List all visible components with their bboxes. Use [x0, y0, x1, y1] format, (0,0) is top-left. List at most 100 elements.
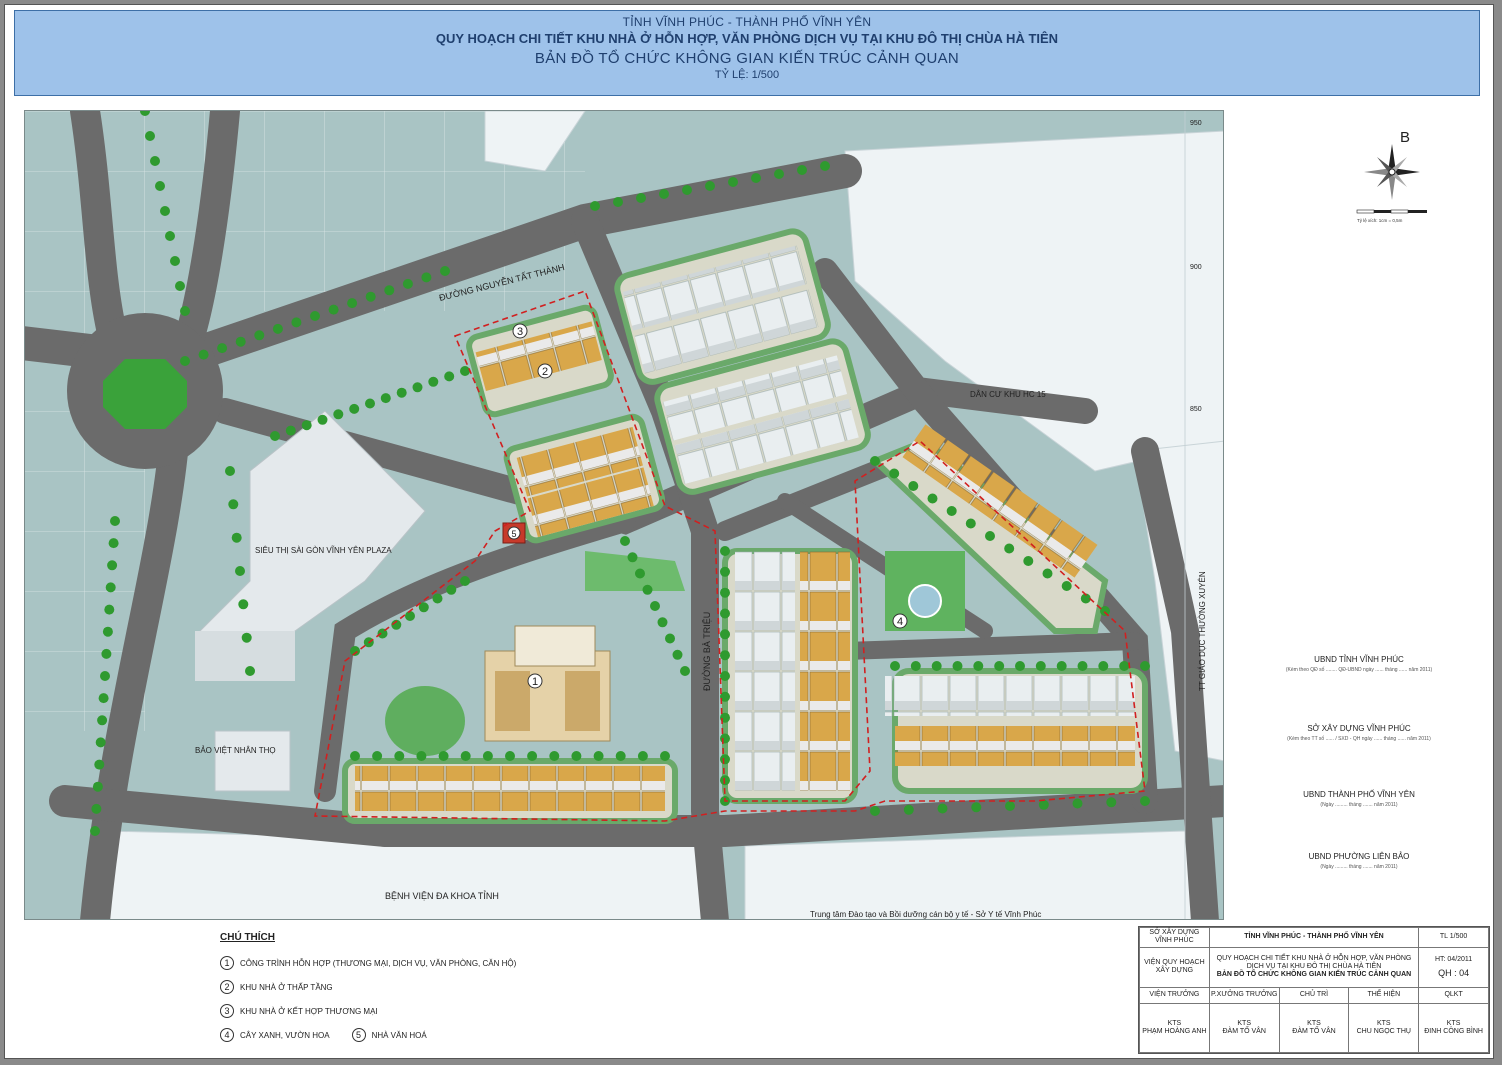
tree: [92, 781, 103, 792]
tb-role-4: THỂ HIỆN: [1348, 986, 1420, 1004]
tree: [100, 671, 110, 681]
tree: [890, 661, 900, 671]
tree: [482, 751, 493, 761]
tree: [908, 481, 919, 491]
tree: [350, 646, 360, 656]
tree: [365, 398, 375, 409]
legend-item-2: 2 KHU NHÀ Ở THẤP TẦNG: [220, 975, 640, 999]
tree: [1042, 568, 1053, 579]
tree: [660, 751, 670, 761]
tree: [1035, 661, 1046, 671]
tree: [416, 751, 427, 761]
tree: [446, 584, 457, 595]
tb-role-3: CHỦ TRÌ: [1278, 986, 1350, 1004]
tree: [505, 751, 515, 761]
site-plan-map[interactable]: 1 2 3 4 5 950 900 850 ĐƯỜNG NGUYỄN TẤT T…: [24, 110, 1224, 920]
tree: [272, 323, 283, 334]
tree: [254, 330, 265, 341]
tree: [971, 802, 982, 813]
label-supermarket: SIÊU THỊ SÀI GÒN VĨNH YÊN PLAZA: [255, 546, 392, 555]
tree: [680, 666, 690, 676]
fountain: [908, 584, 942, 618]
tree: [797, 165, 807, 175]
tb-role-1: VIỆN TRƯỞNG: [1139, 986, 1210, 1004]
tree: [965, 518, 976, 529]
tree: [110, 516, 120, 526]
tb-code: QH : 04: [1438, 967, 1470, 978]
tree: [380, 393, 391, 404]
tree: [150, 156, 160, 166]
tree: [1023, 556, 1034, 566]
tree: [428, 376, 439, 387]
svg-text:850: 850: [1190, 406, 1202, 413]
tree: [402, 278, 413, 289]
tree: [751, 173, 761, 183]
label-education-center: TT GIÁO DỤC THƯỜNG XUYÊN: [1198, 571, 1207, 691]
tree: [372, 751, 383, 761]
tree: [952, 661, 963, 671]
legend-title: CHÚ THÍCH: [220, 932, 275, 943]
tree: [549, 751, 560, 761]
tb-drawing: BẢN ĐỒ TỔ CHỨC KHÔNG GIAN KIẾN TRÚC CẢNH…: [1216, 971, 1412, 979]
tree: [105, 582, 116, 593]
tree: [180, 306, 190, 316]
svg-text:5: 5: [511, 529, 516, 539]
svg-text:3: 3: [517, 326, 523, 338]
tree: [613, 197, 623, 207]
tree: [627, 552, 638, 563]
tree: [937, 803, 948, 814]
tree: [774, 169, 784, 179]
tree: [1056, 661, 1067, 671]
tree: [444, 371, 455, 382]
tree: [440, 266, 450, 276]
tree: [636, 193, 646, 203]
svg-text:4: 4: [897, 616, 903, 628]
tree: [101, 648, 112, 659]
tb-role-2: P.XƯỞNG TRƯỞNG: [1208, 986, 1280, 1004]
tree: [720, 546, 730, 556]
title-banner: TỈNH VĨNH PHÚC - THÀNH PHỐ VĨNH YÊN QUY …: [14, 10, 1480, 96]
tree: [405, 611, 415, 621]
tree: [910, 661, 921, 671]
tree: [682, 185, 692, 195]
roundabout-island: [103, 359, 187, 429]
tree: [665, 633, 675, 644]
tree: [328, 304, 339, 315]
compass-scale-note: Tỷ lệ xích: 1cm = 0,5m: [1357, 217, 1403, 223]
zone-marker-2: 2: [537, 363, 553, 379]
tree: [108, 538, 119, 549]
svg-text:1: 1: [532, 676, 538, 688]
tree: [1140, 796, 1150, 806]
label-bao-viet: BẢO VIỆT NHÂN THỌ: [195, 746, 276, 755]
tree: [1140, 661, 1150, 671]
tree: [1015, 661, 1025, 671]
tree: [593, 751, 604, 761]
tree: [820, 161, 830, 171]
zone-marker-3: 3: [512, 323, 528, 339]
banner-province: TỈNH VĨNH PHÚC - THÀNH PHỐ VĨNH YÊN: [622, 15, 872, 29]
tree: [728, 177, 738, 187]
tree: [241, 632, 252, 643]
tb-person-5: KTS ĐINH CÔNG BÌNH: [1418, 1002, 1489, 1054]
tb-project: QUY HOẠCH CHI TIẾT KHU NHÀ Ở HỖN HỢP, VĂ…: [1216, 954, 1412, 971]
tb-ht: HT: 04/2011: [1434, 956, 1473, 964]
tree: [384, 285, 395, 296]
label-training-center: Trung tâm Đào tạo và Bồi dưỡng cán bộ y …: [810, 910, 1041, 919]
banner-scale: TỶ LỆ: 1/500: [714, 69, 780, 81]
legend: CHÚ THÍCH 1 CÔNG TRÌNH HỖN HỢP (THƯƠNG M…: [220, 932, 640, 1047]
tree: [1119, 661, 1130, 671]
approval-city: UBND THÀNH PHỐ VĨNH YÊN (Ngày ......... …: [1303, 790, 1415, 808]
tree: [291, 317, 302, 328]
tree: [931, 661, 942, 671]
road-label-ba-trieu: ĐƯỜNG BÀ TRIỆU: [702, 612, 712, 691]
tree: [396, 387, 407, 398]
tree: [165, 231, 175, 241]
tb-person-1: KTS PHẠM HOÀNG ANH: [1139, 1002, 1210, 1054]
label-residential: DÂN CƯ KHU HC 15: [970, 390, 1046, 399]
tree: [104, 604, 115, 615]
tree: [720, 650, 730, 661]
tree: [333, 409, 344, 420]
tree: [994, 661, 1005, 671]
tb-role-5: QLKT: [1418, 986, 1489, 1004]
tree: [180, 356, 190, 366]
